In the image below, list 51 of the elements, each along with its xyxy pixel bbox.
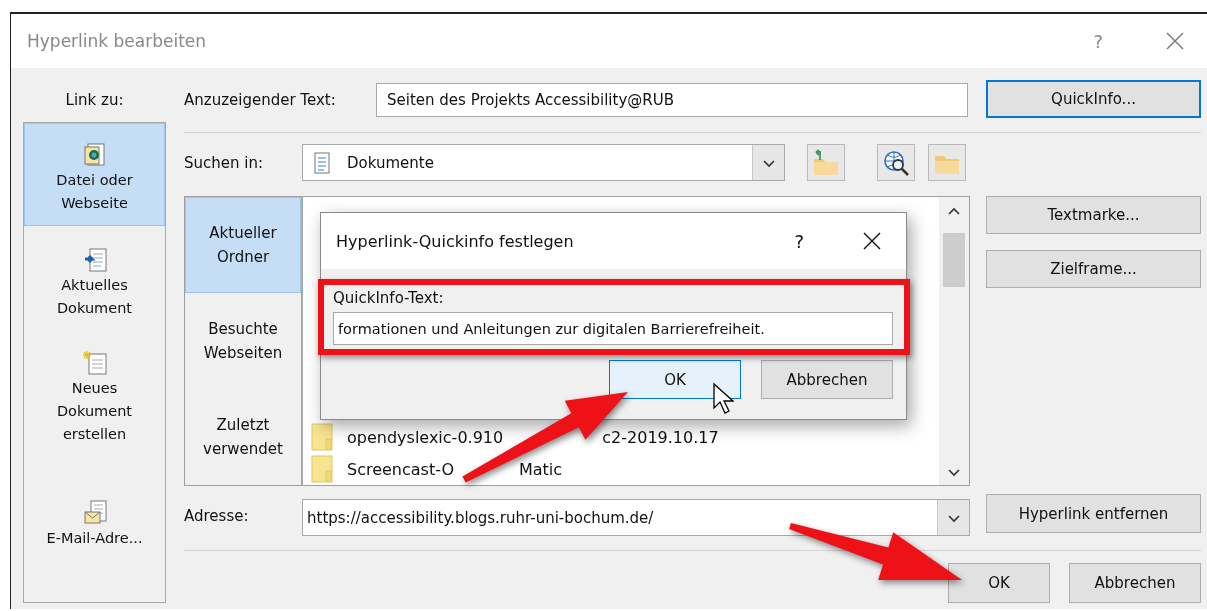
window-title: Hyperlink bearbeiten	[27, 31, 207, 51]
look-in-label: Suchen in:	[184, 153, 264, 172]
side-button[interactable]: QuickInfo...	[986, 80, 1201, 118]
ok-button[interactable]: OK	[609, 360, 741, 399]
folder-name[interactable]: Screencast-O	[347, 459, 455, 479]
link-type-item[interactable]: E-Mail-Adre...	[24, 457, 165, 561]
folder-arrow-icon	[812, 148, 840, 177]
place-item[interactable]: Aktueller Ordner	[185, 197, 301, 293]
folder-name[interactable]: c2-2019.10.17	[602, 427, 719, 447]
dialog-title: Hyperlink-Quickinfo festlegen	[336, 231, 574, 251]
new-document-icon	[82, 350, 107, 375]
close-icon	[1165, 31, 1185, 51]
address-label: Adresse:	[184, 506, 250, 525]
look-in-dropdown[interactable]: Dokumente	[302, 144, 785, 181]
mouse-pointer-icon	[712, 382, 734, 416]
side-button[interactable]: Hyperlink entfernen	[986, 494, 1201, 533]
link-to-label: Link zu:	[65, 91, 124, 109]
link-type-item[interactable]: Neues Dokument erstellen	[24, 331, 165, 457]
ok-button[interactable]: OK	[948, 563, 1050, 603]
folder-icon	[311, 423, 333, 451]
document-arrow-icon	[82, 247, 107, 272]
up-folder-button[interactable]	[807, 144, 845, 181]
quickinfo-label: QuickInfo-Text:	[333, 288, 445, 308]
help-button[interactable]: ?	[1093, 30, 1103, 52]
folder-name[interactable]: Matic	[518, 459, 563, 479]
file-globe-icon	[82, 142, 107, 167]
cancel-button[interactable]: Abbrechen	[761, 360, 893, 399]
side-button[interactable]: Zielframe...	[986, 250, 1201, 288]
dropdown-button[interactable]	[752, 145, 784, 180]
help-button[interactable]: ?	[794, 230, 804, 252]
close-icon	[862, 231, 882, 251]
place-item[interactable]: Zuletzt verwendet	[185, 389, 301, 485]
link-type-item[interactable]: Datei oder Webseite	[24, 123, 165, 226]
folder-name[interactable]: opendyslexic-0.910	[347, 427, 504, 447]
document-icon	[313, 151, 331, 174]
scrollbar[interactable]	[939, 197, 969, 485]
scrollbar-thumb[interactable]	[943, 233, 965, 287]
quickinfo-field[interactable]: formationen und Anleitungen zur digitalen Barrierefreiheit.	[333, 312, 893, 345]
close-button[interactable]	[862, 231, 882, 251]
link-type-item[interactable]: Aktuelles Dokument	[24, 226, 165, 331]
side-button[interactable]: Textmarke...	[986, 196, 1201, 234]
mail-document-icon	[82, 500, 107, 525]
browse-web-button[interactable]	[877, 144, 915, 181]
globe-search-icon	[882, 148, 910, 177]
address-field[interactable]: https://accessibility.blogs.ruhr-uni-bochum.de/	[302, 499, 970, 536]
dropdown-button[interactable]	[937, 500, 969, 535]
cancel-button[interactable]: Abbrechen	[1069, 563, 1201, 603]
display-text-field[interactable]: Seiten des Projekts Accessibility@RUB	[376, 83, 968, 117]
folder-icon	[311, 455, 333, 483]
display-text-label: Anzuzeigender Text:	[184, 91, 337, 109]
place-item[interactable]: Besuchte Webseiten	[185, 293, 301, 389]
